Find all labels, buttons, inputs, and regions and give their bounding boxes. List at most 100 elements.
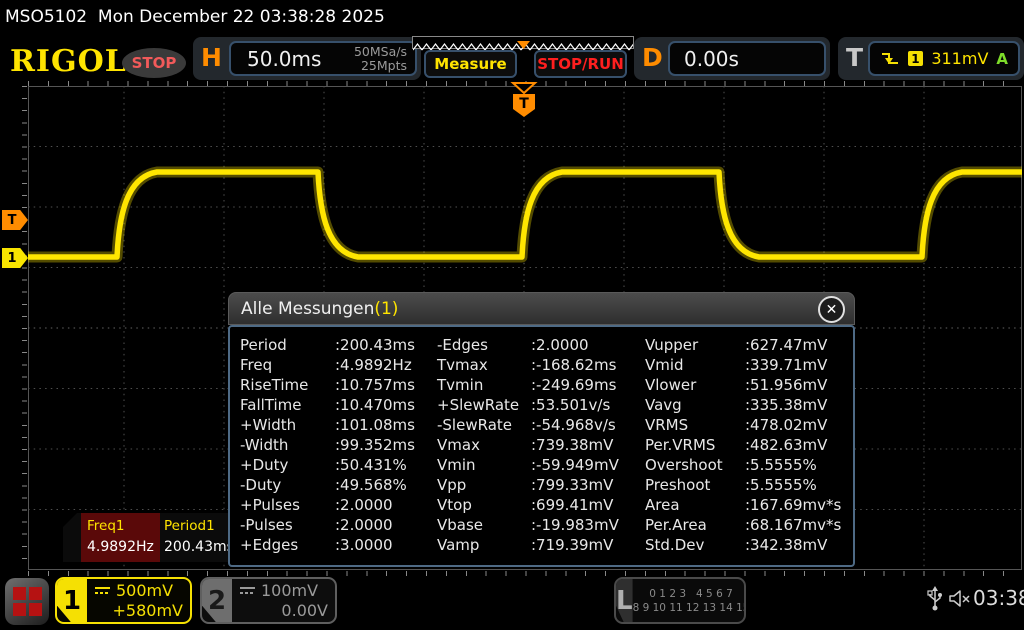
popup-title: Alle Messungen [241, 299, 374, 319]
model-datetime: MSO5102 Mon December 22 03:38:28 2025 [0, 0, 1024, 33]
measure-button[interactable]: Measure [424, 50, 517, 78]
horizontal-timebase-box[interactable]: H 50.0ms 50MSa/s 25Mpts [193, 37, 421, 80]
measurement-row: Per.Area:68.167mv*s [645, 516, 841, 536]
measurement-row: Std.Dev:342.38mV [645, 536, 841, 556]
measurement-row: RiseTime:10.757ms [240, 376, 415, 396]
logic-analyzer-status[interactable]: L 0 1 2 3 4 5 6 7 8 9 10 11 12 13 14 15 [614, 577, 746, 624]
channel2-number: 2 [202, 579, 232, 622]
measurement-slot-value: 4.9892Hz [87, 539, 160, 555]
close-icon[interactable]: ✕ [818, 296, 845, 323]
measurement-label: -Duty [240, 476, 335, 494]
measurement-label: Preshoot [645, 476, 745, 494]
waveform-position-indicator[interactable] [412, 36, 634, 49]
measurement-value: :200.43ms [335, 336, 415, 354]
delay-inner: 0.00s [668, 41, 826, 76]
memory-depth: 25Mpts [361, 58, 407, 73]
measurement-value: :101.08ms [335, 416, 415, 434]
logic-row-1: 0 1 2 3 4 5 6 7 [633, 587, 746, 601]
usb-icon [927, 586, 943, 612]
trigger-box[interactable]: T 1 311mV A [838, 37, 1024, 80]
measurement-results-bar: Freq1 4.9892Hz Period1 200.43ms [63, 513, 228, 562]
measurement-label: Overshoot [645, 456, 745, 474]
measurement-value: :335.38mV [745, 396, 827, 414]
measurement-row: FallTime:10.470ms [240, 396, 415, 416]
channel1-waveform [28, 172, 1022, 257]
measurement-row: +Pulses:2.0000 [240, 496, 415, 516]
measurement-value: :5.5555% [745, 456, 817, 474]
measurement-slot-period1[interactable]: Period1 200.43ms [160, 513, 228, 562]
measurement-value: :799.33mV [531, 476, 613, 494]
measurement-value: :482.63mV [745, 436, 827, 454]
stop-run-button[interactable]: STOP/RUN [534, 50, 627, 78]
channel2-values: 100mV 0.00V [232, 579, 335, 622]
measurement-row: VRMS:478.02mV [645, 416, 841, 436]
trigger-position-marker[interactable]: T [510, 82, 538, 120]
measurement-value: :53.501v/s [531, 396, 610, 414]
measurement-label: -SlewRate [437, 416, 531, 434]
measurement-value: :4.9892Hz [335, 356, 412, 374]
measurement-row: -Pulses:2.0000 [240, 516, 415, 536]
channel1-scale: 500mV [116, 581, 173, 601]
measurement-row: Vamp:719.39mV [437, 536, 619, 556]
grid-ticks-left [22, 86, 27, 570]
measurement-label: +Edges [240, 536, 335, 554]
measurement-row: +Width:101.08ms [240, 416, 415, 436]
measurement-label: Vmin [437, 456, 531, 474]
all-measurements-popup: Alle Messungen(1) ✕ Period:200.43msFreq:… [228, 292, 855, 567]
measurement-value: :339.71mV [745, 356, 827, 374]
measurement-row: +SlewRate:53.501v/s [437, 396, 619, 416]
channel2-offset: 0.00V [239, 601, 328, 621]
measurement-label: Tvmin [437, 376, 531, 394]
measurement-label: RiseTime [240, 376, 335, 394]
horizontal-delay-box[interactable]: D 0.00s [634, 37, 830, 80]
logic-channels: 0 1 2 3 4 5 6 7 8 9 10 11 12 13 14 15 [633, 579, 746, 622]
measurement-label: +SlewRate [437, 396, 531, 414]
delay-value: 0.00s [670, 47, 739, 71]
measurement-value: :-59.949mV [531, 456, 619, 474]
measurement-value: :5.5555% [745, 476, 817, 494]
t-label: T [846, 43, 863, 72]
measurement-value: :2.0000 [531, 336, 589, 354]
measurement-row: -SlewRate:-54.968v/s [437, 416, 619, 436]
channel1-number: 1 [57, 579, 87, 622]
measurement-row: Area:167.69mv*s [645, 496, 841, 516]
measurement-row: Vpp:799.33mV [437, 476, 619, 496]
measurement-label: Vupper [645, 336, 745, 354]
d-label: D [642, 43, 663, 72]
measurement-label: Freq [240, 356, 335, 374]
trigger-position-letter: T [519, 96, 529, 112]
quick-menu-button[interactable] [5, 578, 49, 625]
measurement-value: :51.956mV [745, 376, 827, 394]
measurement-label: Area [645, 496, 745, 514]
measurement-row: Tvmin:-249.69ms [437, 376, 619, 396]
measurement-value: :699.41mV [531, 496, 613, 514]
speaker-muted-icon [948, 589, 972, 608]
measurement-value: :10.757ms [335, 376, 415, 394]
measurement-value: :-54.968v/s [531, 416, 616, 434]
dc-coupling-icon [94, 586, 111, 596]
measurement-label: +Width [240, 416, 335, 434]
measurement-value: :719.39mV [531, 536, 613, 554]
measurement-row: -Width:99.352ms [240, 436, 415, 456]
channel1-status[interactable]: 1 500mV +580mV [55, 577, 192, 624]
popup-title-bar: Alle Messungen(1) ✕ [228, 292, 855, 325]
measurement-value: :10.470ms [335, 396, 415, 414]
grid-icon [13, 587, 42, 616]
measurement-row: Vmax:739.38mV [437, 436, 619, 456]
channel2-status[interactable]: 2 100mV 0.00V [200, 577, 337, 624]
measurement-label: Tvmax [437, 356, 531, 374]
trigger-level-value: 311mV [931, 49, 988, 68]
measurement-value: :478.02mV [745, 416, 827, 434]
measurement-slot-freq1[interactable]: Freq1 4.9892Hz [81, 513, 160, 562]
timebase-inner: 50.0ms 50MSa/s 25Mpts [229, 41, 417, 76]
measurement-value: :99.352ms [335, 436, 415, 454]
measurement-label: Std.Dev [645, 536, 745, 554]
measurement-value: :50.431% [335, 456, 407, 474]
h-label: H [201, 43, 222, 72]
measurement-label: Per.Area [645, 516, 745, 534]
timebase-value: 50.0ms [231, 47, 354, 71]
measurement-label: Vbase [437, 516, 531, 534]
measurement-label: Period [240, 336, 335, 354]
measurement-row: Overshoot:5.5555% [645, 456, 841, 476]
measurement-label: Vpp [437, 476, 531, 494]
